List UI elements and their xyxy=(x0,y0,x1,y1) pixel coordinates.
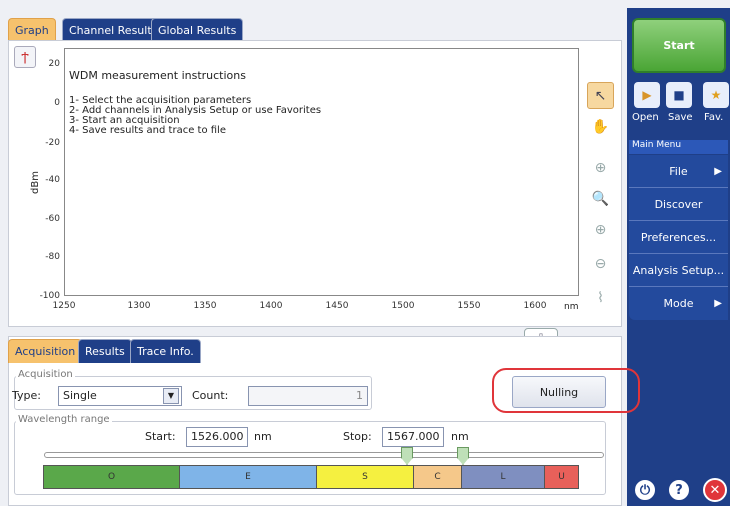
chevron-right-icon: ▶ xyxy=(714,165,722,177)
menu-item-file[interactable]: File ▶ xyxy=(629,155,728,188)
wavelength-slider-track[interactable] xyxy=(44,452,604,458)
x-tick: 1250 xyxy=(52,301,76,311)
zoom-vertical-icon[interactable]: ⊕ xyxy=(587,154,614,181)
open-icon[interactable]: ▶ xyxy=(634,82,660,108)
x-tick: 1600 xyxy=(523,301,547,311)
menu-item-analysis-setup[interactable]: Analysis Setup... xyxy=(629,254,728,287)
menu-item-label: File xyxy=(669,164,688,178)
y-tick: 0 xyxy=(54,98,60,108)
menu-item-label: Discover xyxy=(654,197,703,211)
favorites-star-icon[interactable]: ★ xyxy=(703,82,729,108)
help-icon[interactable]: ? xyxy=(667,478,691,502)
y-tick: 20 xyxy=(48,59,60,69)
type-label: Type: xyxy=(12,389,41,402)
highlight-ring xyxy=(492,368,640,413)
band-label: C xyxy=(434,472,441,482)
y-tick: -60 xyxy=(45,214,60,224)
wavelength-range-label: Wavelength range xyxy=(16,414,112,425)
y-tick: -80 xyxy=(45,252,60,262)
count-label: Count: xyxy=(192,389,229,402)
zoom-reset-icon[interactable]: 🔍 xyxy=(587,185,614,212)
start-unit: nm xyxy=(254,430,272,443)
band-label: S xyxy=(362,472,368,482)
count-input[interactable]: 1 xyxy=(248,386,368,406)
x-tick: 1400 xyxy=(259,301,283,311)
select-pointer-icon[interactable]: ↖ xyxy=(587,82,614,109)
x-tick: 1550 xyxy=(457,301,481,311)
x-tick: 1500 xyxy=(391,301,415,311)
x-unit: nm xyxy=(564,302,579,312)
band-label: L xyxy=(500,472,506,482)
tab-global-results[interactable]: Global Results xyxy=(151,18,244,41)
auto-fit-icon[interactable]: ⌇ xyxy=(587,284,614,311)
plot-area: WDM measurement instructions 1- Select t… xyxy=(64,48,579,296)
zoom-out-icon[interactable]: ⊖ xyxy=(587,250,614,277)
menu-item-label: Mode xyxy=(663,297,694,310)
band-l: L xyxy=(462,466,545,488)
start-button[interactable]: Start xyxy=(632,18,726,73)
type-value: Single xyxy=(63,389,97,402)
instruction-line: 4- Save results and trace to file xyxy=(69,125,226,136)
y-tick: -20 xyxy=(45,138,60,148)
favorites-button-label[interactable]: Fav. xyxy=(704,112,723,123)
open-button-label[interactable]: Open xyxy=(632,112,659,123)
tab-graph[interactable]: Graph xyxy=(8,18,56,41)
acquisition-group-label: Acquisition xyxy=(16,369,75,380)
chevron-down-icon: ▼ xyxy=(163,388,179,404)
menu-item-mode[interactable]: Mode ▶ xyxy=(629,287,728,320)
band-label: O xyxy=(107,472,116,482)
zoom-in-icon[interactable]: ⊕ xyxy=(587,216,614,243)
y-tick: -40 xyxy=(45,175,60,185)
type-select[interactable]: Single ▼ xyxy=(58,386,182,406)
main-menu-header: Main Menu xyxy=(629,140,728,154)
close-icon[interactable]: ✕ xyxy=(703,478,727,502)
menu-item-label: Analysis Setup... xyxy=(632,263,725,277)
band-label: U xyxy=(558,472,565,482)
chevron-right-icon: ▶ xyxy=(714,298,722,309)
menu-item-label: Preferences... xyxy=(640,230,717,244)
y-tick: -100 xyxy=(39,291,60,301)
tab-channel-results[interactable]: Channel Results xyxy=(62,18,165,41)
pan-hand-icon[interactable]: ✋ xyxy=(587,113,614,140)
stop-wavelength-input[interactable]: 1567.000 xyxy=(382,427,444,447)
save-button-label[interactable]: Save xyxy=(668,112,693,123)
menu-item-preferences[interactable]: Preferences... xyxy=(629,221,728,254)
stop-label: Stop: xyxy=(343,430,372,443)
power-icon[interactable]: ⏻ xyxy=(633,478,657,502)
x-tick: 1300 xyxy=(127,301,151,311)
start-wavelength-input[interactable]: 1526.000 xyxy=(186,427,248,447)
band-label: E xyxy=(245,472,251,482)
band-o: O xyxy=(44,466,180,488)
start-label: Start: xyxy=(145,430,176,443)
tab-results[interactable]: Results xyxy=(78,339,132,363)
band-s: S xyxy=(317,466,414,488)
x-tick: 1450 xyxy=(325,301,349,311)
instructions-title: WDM measurement instructions xyxy=(69,69,246,82)
tab-trace-info[interactable]: Trace Info. xyxy=(130,339,201,363)
x-tick: 1350 xyxy=(193,301,217,311)
menu-item-discover[interactable]: Discover xyxy=(629,188,728,221)
band-u: U xyxy=(545,466,578,488)
stop-unit: nm xyxy=(451,430,469,443)
band-c: C xyxy=(414,466,462,488)
save-icon[interactable]: ■ xyxy=(666,82,692,108)
tab-acquisition[interactable]: Acquisition xyxy=(8,339,83,363)
band-e: E xyxy=(180,466,317,488)
